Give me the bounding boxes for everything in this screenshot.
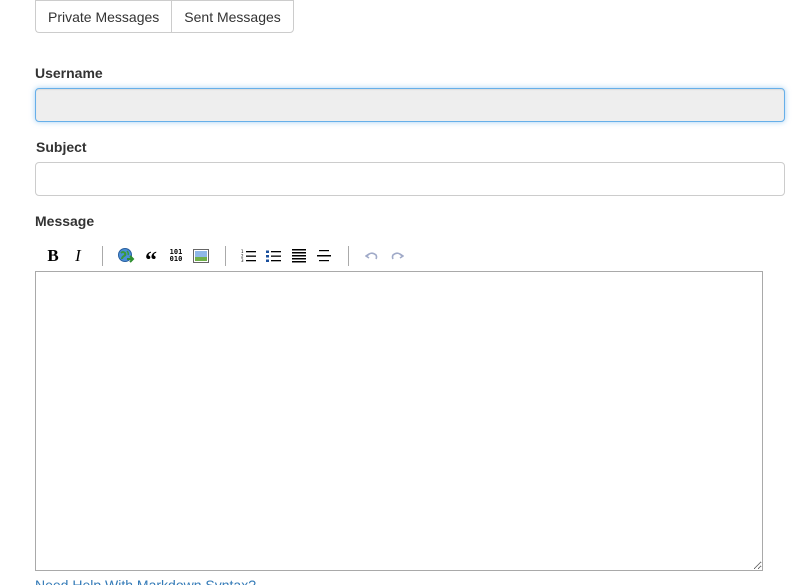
code-glyph: 101 010 — [170, 249, 183, 263]
message-tabs: Private Messages Sent Messages — [35, 0, 294, 33]
heading-icon[interactable] — [288, 245, 310, 267]
code-glyph-bottom: 010 — [169, 255, 183, 263]
heading-svg — [292, 249, 306, 263]
message-textarea[interactable] — [35, 271, 763, 571]
subject-input[interactable] — [35, 162, 785, 196]
italic-glyph: I — [75, 246, 81, 265]
globe-link-svg — [118, 248, 135, 263]
quote-glyph: “ — [145, 248, 157, 274]
message-label: Message — [35, 213, 95, 229]
bold-icon[interactable]: B — [42, 245, 64, 267]
code-icon[interactable]: 101 010 — [165, 245, 187, 267]
username-input[interactable] — [35, 88, 785, 122]
subject-label: Subject — [36, 139, 87, 155]
image-icon[interactable] — [190, 245, 212, 267]
link-icon[interactable] — [115, 245, 137, 267]
private-messages-tab[interactable]: Private Messages — [35, 0, 172, 33]
svg-text:3: 3 — [241, 258, 244, 263]
markdown-toolbar: B I “ 101 010 1 2 3 — [42, 244, 411, 273]
numbered-list-svg: 1 2 3 — [241, 249, 256, 263]
quote-icon[interactable]: “ — [140, 245, 162, 273]
bulleted-list-svg — [266, 250, 281, 262]
bold-glyph: B — [47, 246, 59, 265]
image-svg — [193, 249, 209, 263]
username-label: Username — [35, 65, 103, 81]
toolbar-separator — [102, 246, 103, 266]
redo-svg — [391, 252, 404, 260]
bulleted-list-icon[interactable] — [263, 245, 285, 267]
numbered-list-icon[interactable]: 1 2 3 — [238, 245, 260, 267]
markdown-help-link[interactable]: Need Help With Markdown Syntax? — [35, 577, 256, 585]
redo-icon[interactable] — [386, 245, 408, 267]
toolbar-separator — [348, 246, 349, 266]
undo-svg — [365, 252, 378, 260]
sent-messages-tab[interactable]: Sent Messages — [171, 0, 294, 33]
italic-icon[interactable]: I — [67, 245, 89, 267]
compose-message-page: Private Messages Sent Messages Username … — [0, 0, 798, 585]
horizontal-rule-svg — [317, 250, 331, 262]
toolbar-separator — [225, 246, 226, 266]
horizontal-rule-icon[interactable] — [313, 245, 335, 267]
undo-icon[interactable] — [361, 245, 383, 267]
